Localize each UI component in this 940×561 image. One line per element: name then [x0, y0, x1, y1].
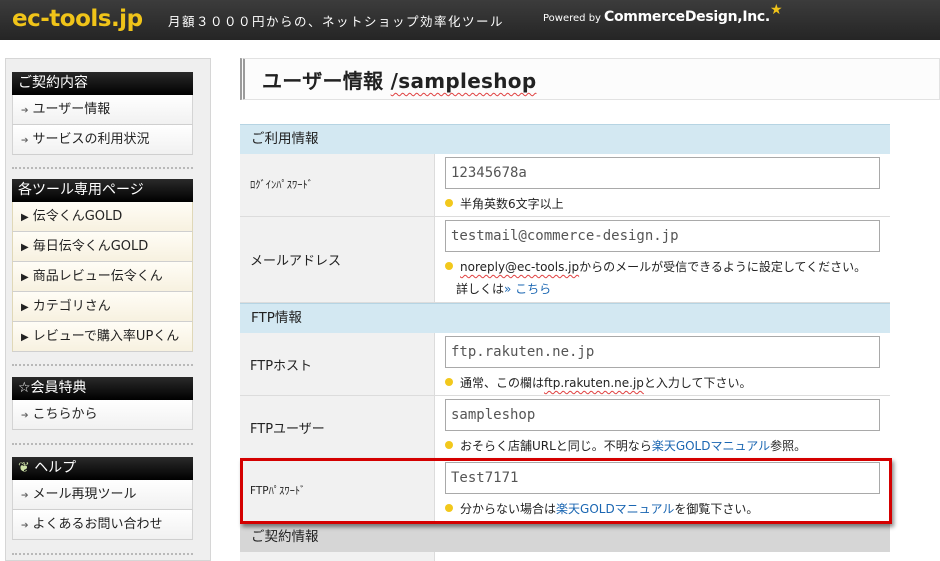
- sidebar-item-review-upkun[interactable]: ▶ レビューで購入率UPくん: [12, 322, 193, 352]
- site-logo[interactable]: ec-tools.jp: [12, 0, 143, 38]
- field-label: ﾛｸﾞｲﾝﾊﾟｽﾜｰﾄﾞ: [250, 179, 313, 191]
- sidebar-section-title: ☆会員特典: [12, 377, 193, 400]
- sidebar-item-benefits-link[interactable]: ➔ こちらから: [12, 400, 193, 430]
- sidebar-section-title: 各ツール専用ページ: [12, 179, 193, 202]
- ftp-host-input[interactable]: ftp.rakuten.ne.jp: [445, 336, 880, 368]
- row-ftp-host: FTPホスト ftp.rakuten.ne.jp 通常、この欄はftp.raku…: [240, 333, 890, 396]
- triangle-right-icon: ▶: [21, 242, 29, 253]
- site-header: ec-tools.jp 月額３０００円からの、ネットショップ効率化ツール Pow…: [0, 0, 940, 40]
- bullet-icon: [445, 262, 453, 270]
- field-label: メールアドレス: [250, 254, 342, 269]
- sidebar-item-label: レビューで購入率UPくん: [32, 329, 180, 344]
- ftp-user-input[interactable]: sampleshop: [445, 399, 880, 431]
- bullet-icon: [445, 441, 453, 449]
- row-email: メールアドレス testmail@commerce-design.jp nore…: [240, 217, 890, 303]
- sidebar-item-label: ユーザー情報: [32, 102, 111, 117]
- arrow-right-icon: ➔: [21, 521, 29, 531]
- field-label: FTPホスト: [250, 359, 313, 374]
- row-contract-partial: [240, 552, 890, 561]
- sidebar-item-label: 伝令くんGOLD: [32, 209, 123, 224]
- section-ftp-info: FTP情報: [240, 303, 890, 333]
- field-label: FTPユーザー: [250, 422, 325, 437]
- sidebar-item-review-denrei[interactable]: ▶ 商品レビュー伝令くん: [12, 262, 193, 292]
- sidebar-item-label: カテゴリさん: [32, 299, 111, 314]
- sidebar-item-category[interactable]: ▶ カテゴリさん: [12, 292, 193, 322]
- field-note-more: 詳しくは» こちら: [456, 282, 552, 296]
- field-note: 半角英数6文字以上: [445, 195, 564, 212]
- sidebar-section-benefits: ☆会員特典 ➔ こちらから: [12, 377, 193, 430]
- divider: [12, 167, 193, 169]
- section-contract-info: ご契約情報: [240, 522, 890, 552]
- section-usage-info: ご利用情報: [240, 124, 890, 154]
- field-note: 通常、この欄はftp.rakuten.ne.jpと入力して下さい。: [445, 374, 752, 391]
- page-title-box: ユーザー情報 /sampleshop: [240, 58, 940, 100]
- arrow-right-icon: ➔: [21, 491, 29, 501]
- sidebar-item-label: こちらから: [32, 407, 98, 422]
- divider: [12, 553, 193, 555]
- company-name[interactable]: CommerceDesign,Inc.: [604, 9, 770, 25]
- sidebar-section-tools: 各ツール専用ページ ▶ 伝令くんGOLD ▶ 毎日伝令くんGOLD ▶ 商品レビュー伝…: [12, 179, 193, 352]
- sidebar-item-mail-replay[interactable]: ➔ メール再現ツール: [12, 480, 193, 510]
- sidebar-item-label: 商品レビュー伝令くん: [32, 269, 163, 284]
- divider: [12, 443, 193, 445]
- sidebar-item-label: よくあるお問い合わせ: [32, 517, 163, 532]
- rakuten-gold-manual-link[interactable]: 楽天GOLDマニュアル: [652, 439, 770, 453]
- bullet-icon: [445, 378, 453, 386]
- triangle-right-icon: ▶: [21, 212, 29, 223]
- email-input[interactable]: testmail@commerce-design.jp: [445, 220, 880, 252]
- page-title: ユーザー情報 /sampleshop: [262, 69, 537, 93]
- triangle-right-icon: ▶: [21, 332, 29, 343]
- sidebar-section-title: ❦ ヘルプ: [12, 457, 193, 480]
- sidebar-item-faq[interactable]: ➔ よくあるお問い合わせ: [12, 510, 193, 540]
- site-tagline: 月額３０００円からの、ネットショップ効率化ツール: [168, 14, 505, 29]
- details-link[interactable]: » こちら: [504, 282, 551, 296]
- powered-by-label: Powered by: [543, 13, 601, 24]
- shop-name: /sampleshop: [390, 69, 537, 93]
- bullet-icon: [445, 199, 453, 207]
- sidebar-section-help: ❦ ヘルプ ➔ メール再現ツール ➔ よくあるお問い合わせ: [12, 457, 193, 540]
- triangle-right-icon: ▶: [21, 272, 29, 283]
- star-icon: ★: [770, 2, 783, 18]
- sidebar-section-contract: ご契約内容 ➔ ユーザー情報 ➔ サービスの利用状況: [12, 72, 193, 155]
- row-login-password: ﾛｸﾞｲﾝﾊﾟｽﾜｰﾄﾞ 12345678a 半角英数6文字以上: [240, 154, 890, 217]
- divider: [12, 364, 193, 366]
- triangle-right-icon: ▶: [21, 302, 29, 313]
- sidebar-item-daily-denrei-gold[interactable]: ▶ 毎日伝令くんGOLD: [12, 232, 193, 262]
- sidebar-section-title: ご契約内容: [12, 72, 193, 95]
- sidebar-item-service-usage[interactable]: ➔ サービスの利用状況: [12, 125, 193, 155]
- sidebar-item-label: メール再現ツール: [32, 487, 137, 502]
- sidebar-item-user-info[interactable]: ➔ ユーザー情報: [12, 95, 193, 125]
- login-password-input[interactable]: 12345678a: [445, 157, 880, 189]
- field-note: noreply@ec-tools.jpからのメールが受信できるように設定してくだ…: [445, 258, 866, 275]
- arrow-right-icon: ➔: [21, 411, 29, 421]
- arrow-right-icon: ➔: [21, 106, 29, 116]
- sidebar-item-denrei-gold[interactable]: ▶ 伝令くんGOLD: [12, 202, 193, 232]
- leaf-icon: ❦: [18, 460, 30, 476]
- sidebar-item-label: サービスの利用状況: [32, 132, 150, 147]
- arrow-right-icon: ➔: [21, 136, 29, 146]
- sidebar-item-label: 毎日伝令くんGOLD: [32, 239, 149, 254]
- row-ftp-user: FTPユーザー sampleshop おそらく店舗URLと同じ。不明なら楽天GO…: [240, 396, 890, 459]
- highlight-box: [240, 458, 892, 524]
- field-note: おそらく店舗URLと同じ。不明なら楽天GOLDマニュアル参照。: [445, 437, 806, 454]
